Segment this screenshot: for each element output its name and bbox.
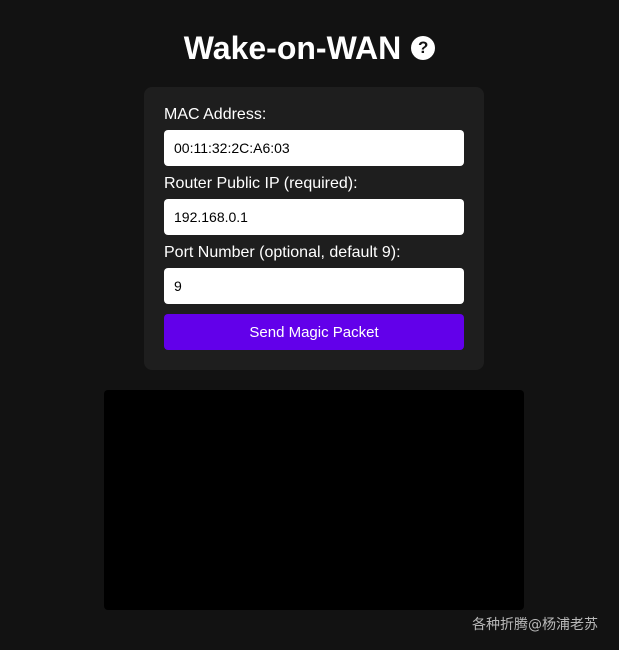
port-number-input[interactable] xyxy=(164,268,464,304)
help-icon[interactable]: ? xyxy=(411,36,436,60)
output-console xyxy=(104,390,524,610)
router-ip-label: Router Public IP (required): xyxy=(164,175,358,192)
port-number-label: Port Number (optional, default 9): xyxy=(164,244,401,261)
router-ip-input[interactable] xyxy=(164,199,464,235)
page-title: Wake-on-WAN xyxy=(183,30,402,66)
mac-address-label: MAC Address: xyxy=(164,106,267,123)
header: Wake-on-WAN ? xyxy=(0,28,619,68)
watermark: 各种折腾@杨浦老苏 xyxy=(472,617,598,633)
mac-address-input[interactable] xyxy=(164,130,464,166)
wake-form-card: MAC Address: Router Public IP (required)… xyxy=(144,87,484,370)
send-magic-packet-button[interactable]: Send Magic Packet xyxy=(164,314,464,350)
